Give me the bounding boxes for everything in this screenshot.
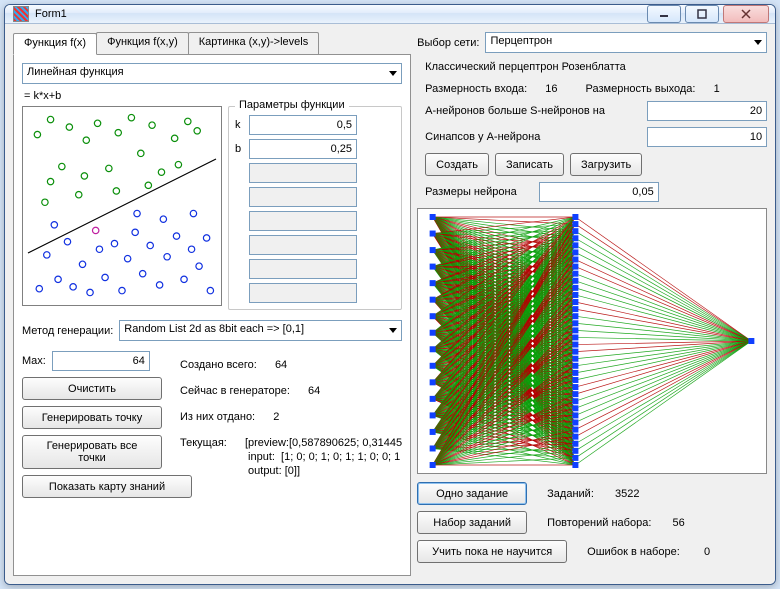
a-more-s-label: А-нейронов больше S-нейронов на (425, 105, 641, 117)
maximize-button[interactable] (685, 5, 719, 23)
k-input[interactable] (249, 115, 357, 135)
tab-fxy[interactable]: Функция f(x,y) (96, 32, 189, 54)
save-button[interactable]: Записать (495, 153, 564, 176)
net-choose-label: Выбор сети: (417, 37, 479, 49)
param-6-input[interactable] (249, 235, 357, 255)
window-title: Form1 (35, 8, 647, 20)
b-label: b (235, 143, 245, 155)
in-gen-value: 64 (308, 385, 320, 397)
load-button[interactable]: Загрузить (570, 153, 642, 176)
out-dim-label: Размерность выхода: (586, 83, 696, 95)
tab-fx[interactable]: Функция f(x) (13, 33, 97, 55)
given-value: 2 (273, 411, 279, 423)
tasks-label: Заданий: (547, 488, 594, 500)
neuron-size-input[interactable] (539, 182, 659, 202)
params-legend: Параметры функции (235, 99, 349, 111)
given-label: Из них отдано: (180, 411, 255, 423)
one-task-button[interactable]: Одно задание (417, 482, 527, 505)
window-buttons (647, 5, 769, 23)
param-5-input[interactable] (249, 211, 357, 231)
app-window: Form1 Функция f(x) Функция f(x,y) Картин… (4, 4, 776, 585)
err-label: Ошибок в наборе: (587, 546, 680, 558)
a-more-s-input[interactable] (647, 101, 767, 121)
gen-stats: Создано всего: 64 Сейчас в генераторе: 6… (180, 351, 402, 498)
left-pane: Функция f(x) Функция f(x,y) Картинка (x,… (13, 32, 411, 576)
created-value: 64 (275, 359, 287, 371)
syn-input[interactable] (647, 127, 767, 147)
gen-all-button[interactable]: Генерировать все точки (22, 435, 162, 469)
tab-body: Линейная функция = k*x+b Параметры функц… (13, 54, 411, 576)
titlebar: Form1 (5, 5, 775, 24)
current-label: Текущая: (180, 437, 227, 449)
show-map-button[interactable]: Показать карту знаний (22, 475, 192, 498)
max-label: Max: (22, 355, 46, 367)
param-7-input[interactable] (249, 259, 357, 279)
neuron-size-label: Размеры нейрона (425, 186, 517, 198)
k-label: k (235, 119, 245, 131)
network-visualization (417, 208, 767, 474)
gen-method-select[interactable]: Random List 2d as 8bit each => [0,1] (119, 320, 402, 341)
close-button[interactable] (723, 5, 769, 23)
plot-and-params: Параметры функции k b (22, 106, 402, 310)
param-4-input[interactable] (249, 187, 357, 207)
in-gen-label: Сейчас в генераторе: (180, 385, 290, 397)
right-pane: Выбор сети: Перцептрон Классический перц… (417, 32, 767, 576)
in-dim-label: Размерность входа: (425, 83, 527, 95)
clear-button[interactable]: Очистить (22, 377, 162, 400)
err-value: 0 (704, 546, 710, 558)
syn-label: Синапсов у А-нейрона (425, 131, 641, 143)
app-icon (13, 6, 29, 22)
gen-method-label: Метод генерации: (22, 325, 113, 337)
param-3-input[interactable] (249, 163, 357, 183)
scatter-plot (22, 106, 222, 306)
rep-value: 56 (673, 517, 685, 529)
net-subtitle: Классический перцептрон Розенблатта (425, 61, 767, 73)
param-8-input[interactable] (249, 283, 357, 303)
learn-button[interactable]: Учить пока не научится (417, 540, 567, 563)
net-choose-select[interactable]: Перцептрон (485, 32, 767, 53)
params-group: Параметры функции k b (228, 106, 402, 310)
max-input[interactable] (52, 351, 150, 371)
gen-point-button[interactable]: Генерировать точку (22, 406, 162, 429)
tasks-value: 3522 (615, 488, 639, 500)
b-input[interactable] (249, 139, 357, 159)
created-label: Создано всего: (180, 359, 257, 371)
current-value: [preview:[0,587890625; 0,31445 input: [1… (245, 437, 402, 478)
out-dim-value: 1 (714, 83, 720, 95)
create-button[interactable]: Создать (425, 153, 489, 176)
tab-strip: Функция f(x) Функция f(x,y) Картинка (x,… (13, 32, 411, 54)
tab-image[interactable]: Картинка (x,y)->levels (188, 32, 319, 54)
minimize-button[interactable] (647, 5, 681, 23)
content: Функция f(x) Функция f(x,y) Картинка (x,… (5, 24, 775, 584)
gen-controls: Max: Очистить Генерировать точку Генерир… (22, 351, 172, 498)
rep-label: Повторений набора: (547, 517, 651, 529)
in-dim-value: 16 (545, 83, 557, 95)
function-select[interactable]: Линейная функция (22, 63, 402, 84)
task-set-button[interactable]: Набор заданий (417, 511, 527, 534)
